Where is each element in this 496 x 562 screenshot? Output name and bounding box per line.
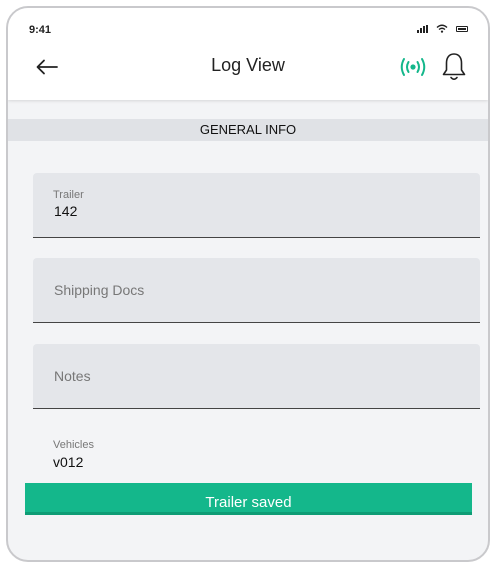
vehicles-field[interactable]: Vehicles v012 bbox=[53, 439, 94, 470]
cellular-signal-icon bbox=[417, 24, 428, 33]
trailer-label: Trailer bbox=[53, 189, 84, 201]
section-header: GENERAL INFO bbox=[8, 119, 488, 141]
trailer-value: 142 bbox=[54, 203, 78, 219]
notes-placeholder: Notes bbox=[54, 368, 91, 384]
status-icons bbox=[417, 24, 468, 33]
toast-message: Trailer saved bbox=[25, 483, 472, 515]
wifi-icon bbox=[436, 24, 448, 33]
status-time: 9:41 bbox=[29, 24, 52, 36]
notes-field[interactable]: Notes bbox=[33, 344, 480, 409]
shipping-docs-placeholder: Shipping Docs bbox=[54, 282, 145, 298]
phone-frame: 9:41 Log View GENERAL INFO Trailer 142 S… bbox=[6, 6, 490, 562]
shipping-docs-field[interactable]: Shipping Docs bbox=[33, 258, 480, 323]
live-signal-icon[interactable] bbox=[398, 54, 428, 80]
battery-icon bbox=[456, 25, 468, 32]
bell-icon[interactable] bbox=[440, 51, 468, 83]
vehicles-value: v012 bbox=[53, 454, 84, 470]
app-header: 9:41 Log View bbox=[8, 8, 488, 100]
vehicles-label: Vehicles bbox=[53, 439, 94, 451]
trailer-field[interactable]: Trailer 142 bbox=[33, 173, 480, 238]
